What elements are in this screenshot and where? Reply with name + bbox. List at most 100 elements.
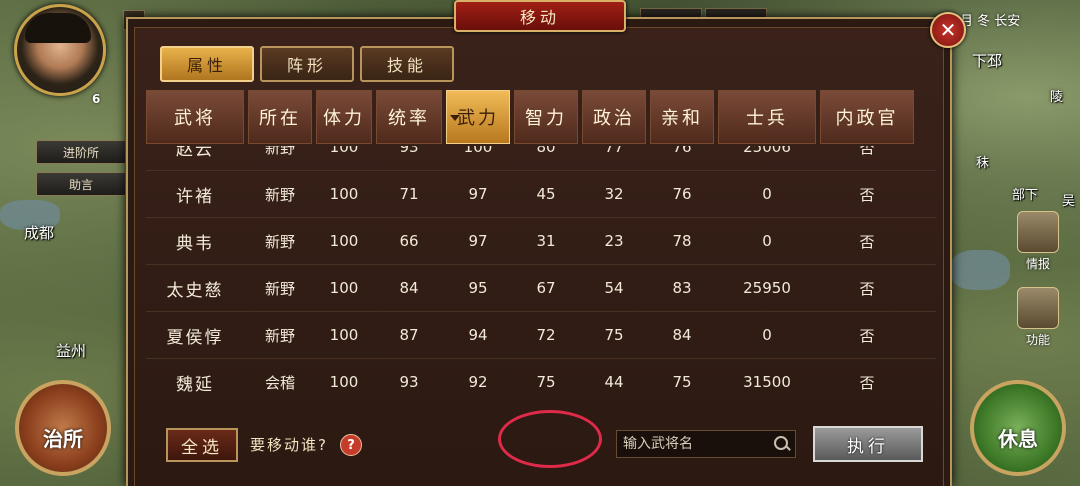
player-avatar[interactable] [14, 4, 106, 96]
table-row[interactable]: 魏延 会稽 100 93 92 75 44 75 31500 否 [146, 359, 936, 402]
move-question-label: 要移动谁? [250, 436, 328, 454]
cell-politics: 77 [604, 146, 624, 156]
cell-war: 97 [468, 185, 488, 203]
map-label-wu[interactable]: 吴 [1062, 190, 1075, 209]
cell-leadership: 66 [399, 232, 419, 250]
cell-war: 95 [468, 279, 488, 297]
column-header-leadership[interactable]: 统率 [376, 90, 442, 144]
table-row[interactable]: 赵云 新野 100 93 100 80 77 76 25006 否 [146, 146, 936, 171]
cell-soldiers: 0 [762, 232, 772, 250]
function-label: 功能 [1025, 333, 1050, 347]
select-all-button[interactable]: 全选 [166, 428, 238, 462]
map-label-xiapi[interactable]: 下邳 [972, 50, 1002, 71]
gear-icon [1017, 287, 1059, 329]
officer-table-header: 武将 所在 体力 统率 武力 智力 政治 亲和 士兵 内政官 [146, 90, 936, 146]
close-button[interactable]: ✕ [930, 12, 966, 48]
table-row[interactable]: 许褚 新野 100 71 97 45 32 76 0 否 [146, 171, 936, 218]
cell-location: 新野 [264, 279, 295, 298]
avatar-hair [25, 13, 91, 43]
search-input[interactable] [621, 435, 773, 453]
assist-button[interactable]: 助言 [36, 172, 126, 196]
cell-charm: 83 [672, 279, 692, 297]
column-header-soldiers[interactable]: 士兵 [718, 90, 816, 144]
map-label-mo[interactable]: 秣 [976, 152, 989, 171]
table-row[interactable]: 夏侯惇 新野 100 87 94 72 75 84 0 否 [146, 312, 936, 359]
officer-table-body[interactable]: 赵云 新野 100 93 100 80 77 76 25006 否许褚 新野 100 71 97 45 32 7… [146, 146, 936, 402]
cell-intelligence: 80 [536, 146, 556, 156]
cell-leadership: 71 [399, 185, 419, 203]
column-header-stamina[interactable]: 体力 [316, 90, 372, 144]
help-icon[interactable]: ? [340, 434, 362, 456]
player-level: 6 [92, 92, 101, 106]
table-row[interactable]: 典韦 新野 100 66 97 31 23 78 0 否 [146, 218, 936, 265]
column-header-politics[interactable]: 政治 [582, 90, 646, 144]
tab-formation[interactable]: 阵形 [260, 46, 354, 82]
cell-intelligence: 75 [536, 373, 556, 391]
tab-skills[interactable]: 技能 [360, 46, 454, 82]
cell-officer: 魏延 [176, 374, 214, 395]
cell-leadership: 84 [399, 279, 419, 297]
map-label-buxia[interactable]: 部下 [1012, 184, 1038, 203]
cell-soldiers: 25006 [743, 146, 791, 156]
cell-intelligence: 31 [536, 232, 556, 250]
tab-attributes[interactable]: 属性 [160, 46, 254, 82]
officer-search-field[interactable] [616, 430, 796, 458]
cell-officer: 赵云 [176, 146, 214, 160]
column-header-intelligence[interactable]: 智力 [514, 90, 578, 144]
column-header-charm[interactable]: 亲和 [650, 90, 714, 144]
rest-button[interactable]: 休息 [970, 380, 1066, 476]
cell-politics: 32 [604, 185, 624, 203]
cell-location: 新野 [264, 146, 295, 157]
cell-officer-role: 否 [859, 326, 875, 345]
cell-politics: 44 [604, 373, 624, 391]
cell-leadership: 93 [399, 146, 419, 156]
season-city-indicator: 月 冬 长安 [960, 14, 1021, 29]
table-row[interactable]: 太史慈 新野 100 84 95 67 54 83 25950 否 [146, 265, 936, 312]
close-icon: ✕ [939, 18, 957, 42]
cell-war: 94 [468, 326, 488, 344]
cell-leadership: 87 [399, 326, 419, 344]
execute-button[interactable]: 执行 [813, 426, 923, 462]
right-hud-icons: 情报 功能 [996, 210, 1080, 362]
map-label-ling[interactable]: 陵 [1050, 86, 1063, 105]
map-label-yizhou[interactable]: 益州 [56, 340, 86, 361]
cell-charm: 75 [672, 373, 692, 391]
cell-officer-role: 否 [859, 279, 875, 298]
cell-officer: 典韦 [176, 233, 214, 254]
cell-politics: 54 [604, 279, 624, 297]
intel-label: 情报 [1025, 257, 1050, 271]
search-icon[interactable] [773, 435, 791, 453]
cell-stamina: 100 [329, 185, 359, 203]
cell-officer: 夏侯惇 [166, 327, 224, 348]
scroll-icon [1017, 211, 1059, 253]
map-label-chengdu[interactable]: 成都 [24, 222, 54, 243]
cell-stamina: 100 [329, 232, 359, 250]
cell-intelligence: 72 [536, 326, 556, 344]
advance-button[interactable]: 进阶所 [36, 140, 126, 164]
column-header-location[interactable]: 所在 [248, 90, 312, 144]
cell-charm: 76 [672, 146, 692, 156]
cell-soldiers: 25950 [743, 279, 791, 297]
cell-location: 新野 [264, 232, 295, 251]
column-header-officer-role[interactable]: 内政官 [820, 90, 914, 144]
cell-intelligence: 67 [536, 279, 556, 297]
dialog-title: 移动 [454, 0, 626, 32]
cell-soldiers: 31500 [743, 373, 791, 391]
cell-intelligence: 45 [536, 185, 556, 203]
cell-stamina: 100 [329, 279, 359, 297]
cell-location: 新野 [264, 185, 295, 204]
cell-location: 会稽 [264, 373, 295, 392]
function-button[interactable]: 功能 [996, 286, 1080, 348]
cell-officer-role: 否 [859, 185, 875, 204]
cell-soldiers: 0 [762, 326, 772, 344]
cell-officer-role: 否 [859, 373, 875, 392]
cell-war: 92 [468, 373, 488, 391]
column-header-war[interactable]: 武力 [446, 90, 510, 144]
cell-charm: 84 [672, 326, 692, 344]
intel-button[interactable]: 情报 [996, 210, 1080, 272]
gov-office-button[interactable]: 治所 [15, 380, 111, 476]
cell-charm: 78 [672, 232, 692, 250]
highlight-circle-annotation [498, 410, 602, 468]
column-header-officer[interactable]: 武将 [146, 90, 244, 144]
cell-politics: 75 [604, 326, 624, 344]
